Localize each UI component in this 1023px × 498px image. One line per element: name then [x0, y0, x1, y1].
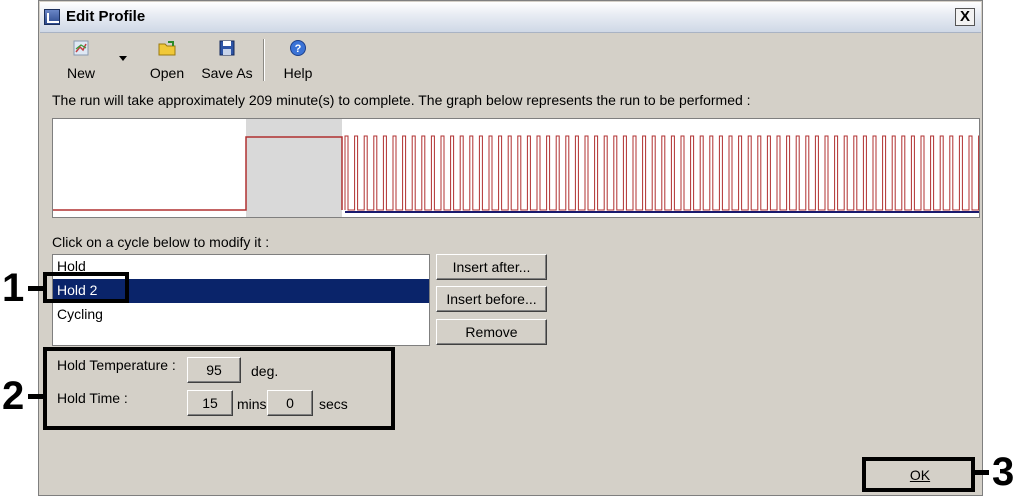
callout-box-1	[43, 272, 129, 303]
callout-number-1: 1	[2, 266, 25, 310]
insert-before-button[interactable]: Insert before...	[436, 286, 547, 312]
callout-number-2: 2	[2, 374, 25, 418]
open-label: Open	[149, 65, 185, 81]
save-icon	[219, 40, 235, 56]
title-bar: Edit Profile X	[40, 2, 981, 33]
insert-after-button[interactable]: Insert after...	[436, 254, 547, 280]
new-dropdown-arrow-icon[interactable]	[119, 56, 127, 61]
new-button[interactable]: New	[51, 35, 111, 85]
callout-connector-2	[28, 394, 43, 399]
cycling-wave	[344, 135, 979, 213]
open-button[interactable]: Open	[141, 35, 193, 85]
callout-connector-3	[975, 470, 989, 475]
callout-connector-1	[28, 286, 43, 291]
callout-box-2	[43, 347, 395, 430]
cycle-item-cycling[interactable]: Cycling	[53, 303, 429, 327]
profile-graph-svg	[53, 119, 979, 217]
window-title: Edit Profile	[66, 8, 146, 25]
help-button[interactable]: ? Help	[277, 35, 319, 85]
cycle-prompt-label: Click on a cycle below to modify it :	[52, 234, 270, 250]
run-duration-text: The run will take approximately 209 minu…	[52, 92, 751, 108]
remove-button[interactable]: Remove	[436, 319, 547, 345]
cycling-trace	[344, 135, 979, 211]
help-label: Help	[283, 65, 313, 81]
new-icon	[73, 40, 89, 56]
callout-box-3	[862, 457, 975, 492]
save-as-button[interactable]: Save As	[195, 35, 259, 85]
toolbar-separator	[263, 39, 265, 81]
close-button[interactable]: X	[955, 8, 975, 26]
selected-cycle-highlight	[246, 119, 342, 217]
svg-text:?: ?	[295, 43, 302, 55]
new-label: New	[66, 65, 95, 81]
save-as-label: Save As	[201, 65, 253, 81]
run-profile-graph	[52, 118, 980, 218]
open-icon	[158, 41, 176, 56]
help-icon: ?	[290, 40, 306, 56]
callout-number-3: 3	[992, 450, 1015, 494]
app-icon	[44, 9, 60, 25]
